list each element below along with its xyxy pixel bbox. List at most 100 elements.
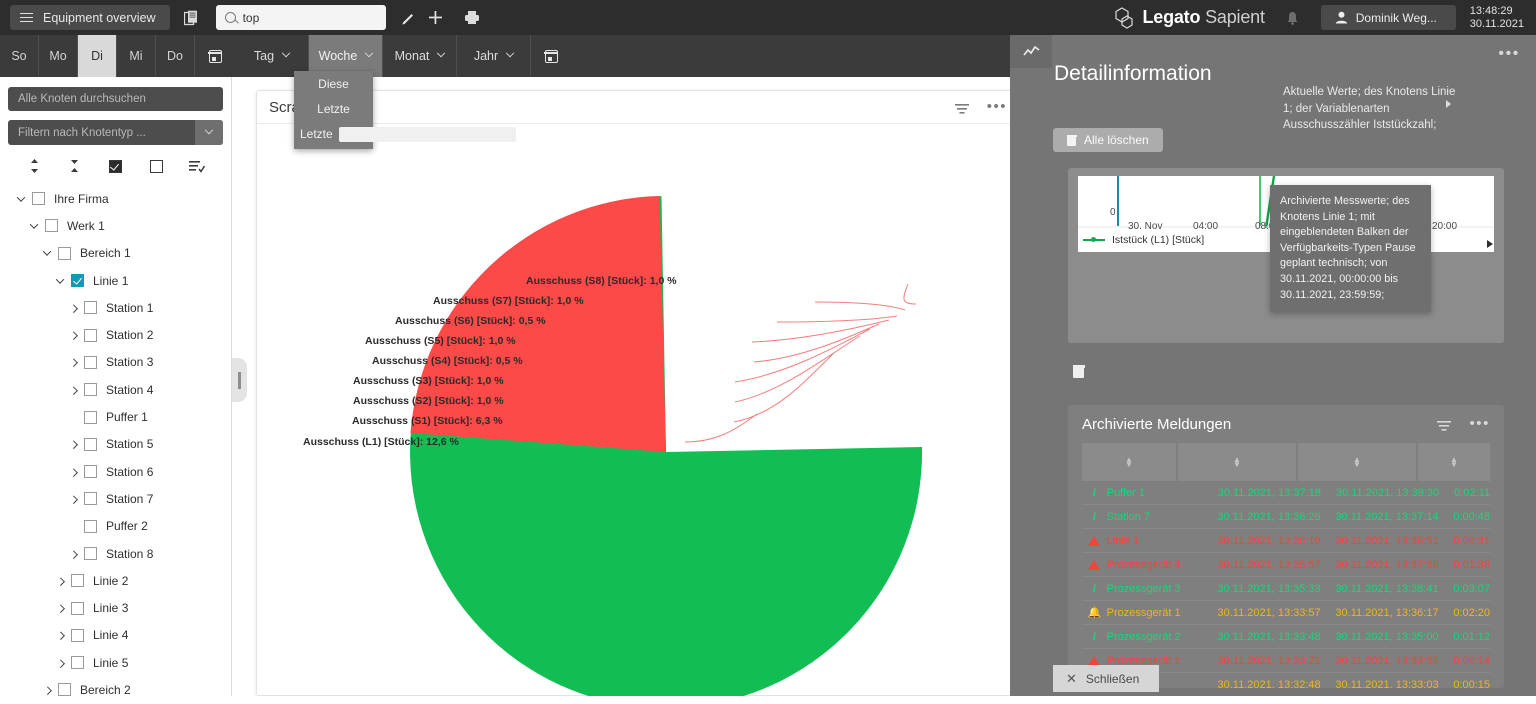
tree-node-puffer-1[interactable]: Puffer 1 [8, 403, 223, 430]
column-header-start[interactable]: ▲ ▼ [1178, 443, 1298, 481]
pencil-icon[interactable] [394, 4, 422, 32]
chevron-right-icon[interactable] [53, 604, 67, 614]
tree-node-puffer-2[interactable]: Puffer 2 [8, 513, 223, 540]
tree-node-werk-1[interactable]: Werk 1 [8, 212, 223, 239]
tree-node-checkbox[interactable] [71, 601, 84, 615]
chevron-right-icon[interactable] [66, 386, 80, 395]
close-button[interactable]: ✕ Schließen [1053, 665, 1159, 692]
tree-node-checkbox[interactable] [84, 355, 97, 369]
tree-node-checkbox[interactable] [84, 383, 97, 397]
chevron-right-icon[interactable] [66, 495, 80, 504]
message-row[interactable]: i Puffer 1 30.11.2021, 13:37:18 30.11.2021,… [1082, 481, 1490, 505]
message-row[interactable]: 🔔 Prozessgerät 1 30.11.2021, 13:33:57 30.11… [1082, 601, 1490, 625]
chevron-right-icon[interactable] [66, 549, 80, 559]
tree-node-checkbox[interactable] [84, 328, 97, 342]
chevron-down-icon[interactable] [40, 247, 54, 257]
select-all-icon[interactable] [95, 159, 136, 173]
message-row[interactable]: i Prozessgerät 2 30.11.2021, 13:33:48 30.11… [1082, 625, 1490, 649]
panel-collapse-handle[interactable] [232, 358, 247, 402]
chevron-right-icon[interactable] [53, 577, 67, 586]
tree-node-checkbox[interactable] [32, 192, 45, 206]
collapse-all-icon[interactable] [55, 158, 96, 174]
tree-node-checkbox[interactable] [84, 465, 97, 479]
chevron-down-icon[interactable] [27, 220, 41, 229]
chevron-right-icon[interactable] [66, 331, 80, 341]
documents-icon[interactable] [178, 4, 206, 32]
tree-node-linie-2[interactable]: Linie 2 [8, 567, 223, 594]
node-tree[interactable]: Ihre Firma Werk 1 Bereich 1 Linie 1 Station … [8, 185, 223, 704]
tree-node-linie-3[interactable]: Linie 3 [8, 594, 223, 621]
search-box[interactable] [215, 5, 386, 30]
messages-table[interactable]: i Puffer 1 30.11.2021, 13:37:18 30.11.2021,… [1068, 481, 1504, 688]
chevron-right-icon[interactable] [66, 358, 80, 368]
tree-node-checkbox[interactable] [84, 547, 97, 560]
tree-node-station-6[interactable]: Station 6 [8, 458, 223, 485]
more-options-icon[interactable]: ••• [1469, 416, 1490, 431]
printer-icon[interactable] [458, 4, 486, 32]
chevron-right-icon[interactable] [40, 686, 54, 695]
chevron-right-icon[interactable] [53, 631, 67, 641]
search-input[interactable] [242, 10, 377, 25]
user-menu-button[interactable]: Dominik Weg... [1320, 5, 1456, 30]
tree-node-checkbox[interactable] [71, 656, 84, 670]
list-check-icon[interactable] [176, 160, 217, 173]
day-tab-mo[interactable]: Mo [39, 35, 78, 77]
node-type-filter[interactable]: Filtern nach Knotentyp ... [8, 120, 223, 145]
period-dropdown-menu[interactable]: Diese Letzte Letzte [294, 71, 516, 149]
tree-node-station-7[interactable]: Station 7 [8, 485, 223, 512]
chevron-right-icon[interactable] [53, 659, 67, 668]
day-tab-mi[interactable]: Mi [117, 35, 156, 77]
description-expand-icon[interactable] [1446, 100, 1451, 108]
detail-panel-more-icon[interactable]: ••• [1498, 45, 1520, 63]
chevron-down-icon[interactable] [14, 192, 28, 202]
app-menu-button[interactable]: Equipment overview [10, 5, 170, 30]
message-row[interactable]: i Prozessgerät 3 30.11.2021, 13:35:33 30.11… [1082, 577, 1490, 601]
column-header-duration[interactable]: ▲ ▼ [1418, 443, 1490, 481]
dropdown-letzte-row[interactable]: Letzte [294, 121, 516, 147]
tree-node-checkbox[interactable] [84, 492, 97, 506]
tree-node-station-4[interactable]: Station 4 [8, 376, 223, 403]
tree-node-station-1[interactable]: Station 1 [8, 294, 223, 321]
tree-node-checkbox[interactable] [84, 437, 97, 451]
calendar-range-icon[interactable] [531, 35, 571, 77]
message-row[interactable]: Prozessgerät 4 30.11.2021, 13:35:57 30.11.… [1082, 553, 1490, 577]
period-monat-button[interactable]: Monat [383, 35, 457, 77]
tree-node-station-3[interactable]: Station 3 [8, 349, 223, 376]
pie-chart[interactable] [257, 124, 1021, 696]
tree-node-checkbox[interactable] [84, 410, 97, 424]
node-search-input[interactable]: Alle Knoten durchsuchen [8, 87, 223, 111]
day-tab-so[interactable]: So [0, 35, 39, 77]
chevron-right-icon[interactable] [66, 468, 80, 477]
message-row[interactable]: i Station 7 30.11.2021, 13:36:26 30.11.2021… [1082, 505, 1490, 529]
tree-node-linie-4[interactable]: Linie 4 [8, 622, 223, 649]
filter-icon[interactable] [1437, 419, 1452, 431]
tree-node-bereich-1[interactable]: Bereich 1 [8, 240, 223, 267]
day-tab-di[interactable]: Di [78, 35, 117, 77]
day-tab-do[interactable]: Do [156, 35, 195, 77]
filter-icon[interactable] [954, 102, 969, 114]
chevron-down-icon[interactable] [53, 274, 67, 284]
tree-node-ihre-firma[interactable]: Ihre Firma [8, 185, 223, 212]
tree-node-station-8[interactable]: Station 8 [8, 540, 223, 567]
expand-all-icon[interactable] [14, 158, 55, 174]
plus-icon[interactable] [422, 4, 450, 32]
trend-chart-icon[interactable] [1010, 35, 1052, 68]
calendar-icon[interactable] [195, 35, 235, 77]
tree-node-checkbox[interactable] [58, 246, 71, 260]
chevron-down-icon[interactable] [195, 120, 223, 145]
more-options-icon[interactable]: ••• [987, 99, 1007, 114]
period-jahr-button[interactable]: Jahr [457, 35, 531, 77]
tree-node-checkbox[interactable] [71, 574, 84, 588]
tree-node-checkbox[interactable] [84, 301, 97, 315]
dropdown-item-letzte[interactable]: Letzte [294, 96, 373, 121]
tree-node-linie-5[interactable]: Linie 5 [8, 649, 223, 676]
deselect-all-icon[interactable] [136, 159, 177, 173]
tree-node-checkbox[interactable] [58, 683, 71, 697]
message-row[interactable]: Linie 1 30.11.2021, 13:36:19 30.11.2021, 1… [1082, 529, 1490, 553]
chevron-right-icon[interactable] [66, 440, 80, 450]
mini-chart-legend[interactable]: Iststück (L1) [Stück] [1083, 234, 1204, 246]
tree-node-checkbox[interactable] [71, 274, 84, 288]
tree-node-station-2[interactable]: Station 2 [8, 321, 223, 348]
tree-node-checkbox[interactable] [84, 519, 97, 533]
column-header-end[interactable]: ▲ ▼ [1298, 443, 1418, 481]
